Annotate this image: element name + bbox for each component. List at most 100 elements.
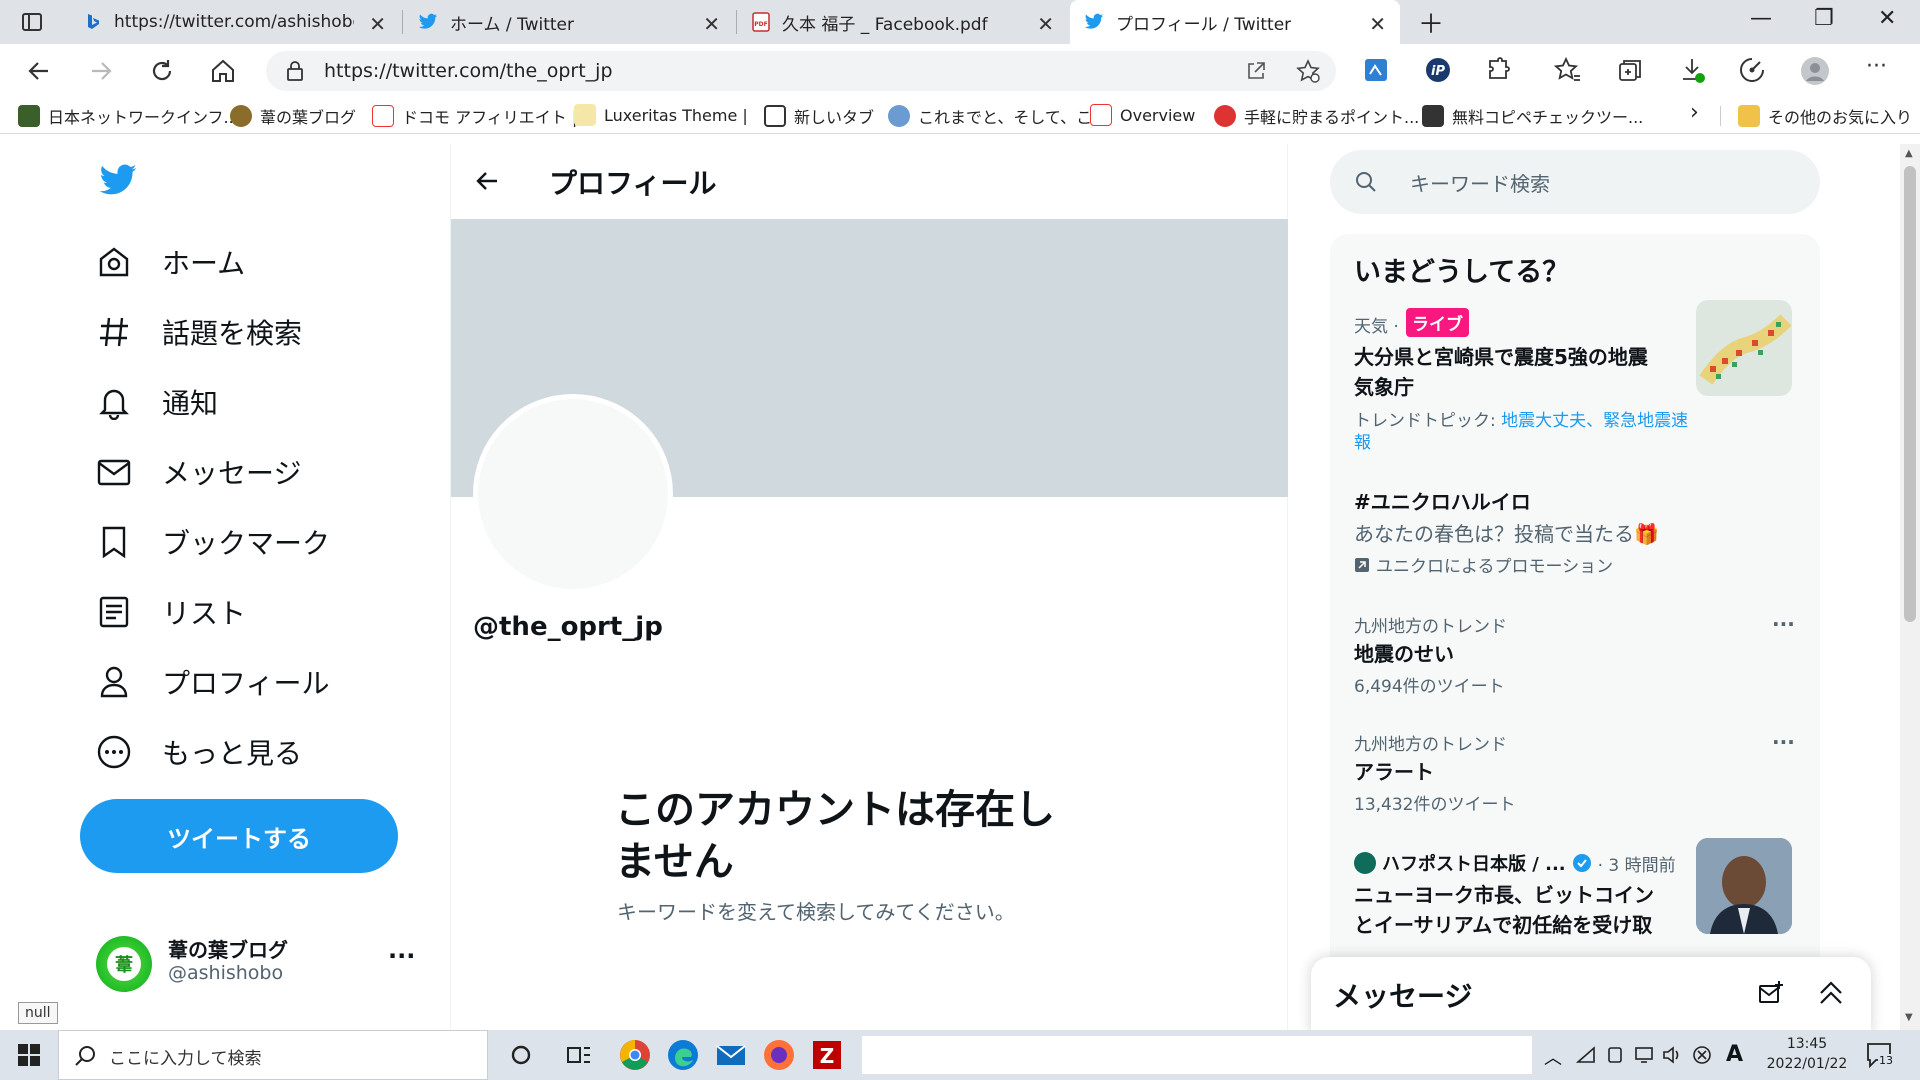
edge-icon[interactable]: [666, 1038, 700, 1072]
browser-tab[interactable]: PDF 久本 福子 _ Facebook.pdf ✕: [738, 0, 1068, 44]
chrome-icon[interactable]: [618, 1038, 652, 1072]
extension-p-icon[interactable]: iP: [1424, 56, 1454, 86]
bookmark-item[interactable]: 新しいタブ: [764, 104, 874, 128]
performance-icon[interactable]: [1738, 56, 1768, 86]
nav-lists[interactable]: リスト: [96, 588, 246, 636]
more-horizontal-icon[interactable]: ···: [388, 942, 415, 970]
filezilla-icon[interactable]: Z: [810, 1038, 844, 1072]
volume-icon[interactable]: [1662, 1046, 1682, 1064]
windows-taskbar: ここに入力して検索 Z ︿ A 13:45 2022/01/22 13: [0, 1030, 1920, 1080]
ime-icon[interactable]: A: [1726, 1042, 1743, 1067]
extensions-icon[interactable]: [1484, 56, 1514, 86]
new-message-icon[interactable]: [1757, 979, 1785, 1007]
browser-tab-active[interactable]: プロフィール / Twitter ✕: [1070, 0, 1400, 44]
clock[interactable]: 13:45 2022/01/22: [1762, 1034, 1852, 1074]
scroll-up-icon[interactable]: ▲: [1905, 148, 1913, 159]
other-favorites[interactable]: その他のお気に入り: [1738, 104, 1912, 128]
news-item[interactable]: ハフポスト日本版 / ... · 3 時間前 ニューヨーク市長、ビットコイン と…: [1330, 838, 1820, 960]
page-scrollbar[interactable]: ▲ ▼: [1900, 144, 1920, 1030]
network-icon[interactable]: [1576, 1046, 1596, 1064]
browser-tab[interactable]: https://twitter.com/ashishobo - E ✕: [70, 0, 400, 44]
trend-count: 6,494件のツイート: [1354, 677, 1505, 697]
chevron-up-icon[interactable]: [1817, 979, 1845, 1007]
docomo-icon: [372, 105, 394, 127]
trend-title: アラート: [1354, 760, 1434, 784]
nav-explore[interactable]: 話題を検索: [96, 308, 302, 356]
display-icon[interactable]: [1634, 1046, 1654, 1064]
more-options-icon[interactable]: ···: [1866, 54, 1896, 84]
open-in-app-icon[interactable]: [1246, 61, 1266, 81]
news-title: ニューヨーク市長、ビットコイン とイーサリアムで初任給を受け取: [1354, 883, 1654, 937]
chevron-right-icon[interactable]: ›: [1690, 100, 1699, 125]
bookmark-item[interactable]: Overview: [1090, 104, 1195, 126]
lock-icon[interactable]: [286, 61, 304, 81]
bookmark-item[interactable]: ドコモ アフィリエイト |...: [372, 104, 593, 128]
nav-label: もっと見る: [162, 737, 303, 770]
firefox-icon[interactable]: [762, 1038, 796, 1072]
windows-start-icon[interactable]: [18, 1044, 40, 1066]
taskbar-search-box[interactable]: ここに入力して検索: [58, 1030, 488, 1080]
downloads-icon[interactable]: [1678, 56, 1708, 86]
trend-item[interactable]: 天気 · ライブ 大分県と宮崎県で震度5強の地震 気象庁 トレンドトピック: 地…: [1330, 300, 1820, 453]
minimize-icon[interactable]: —: [1750, 6, 1772, 31]
nav-messages[interactable]: メッセージ: [96, 448, 301, 496]
bookmark-item[interactable]: 手軽に貯まるポイント...: [1214, 104, 1419, 128]
messages-drawer-title: メッセージ: [1333, 980, 1473, 1013]
favorites-icon[interactable]: [1554, 56, 1584, 86]
task-view-icon[interactable]: [562, 1038, 596, 1072]
show-hidden-icons-icon[interactable]: ︿: [1544, 1044, 1562, 1070]
tweet-button[interactable]: ツイートする: [80, 799, 398, 873]
bookmark-item[interactable]: これまでと、そして、こ...: [888, 104, 1107, 128]
forward-icon[interactable]: [86, 56, 116, 86]
add-favorite-icon[interactable]: [1296, 59, 1320, 83]
trend-context: 九州地方のトレンド: [1354, 735, 1507, 755]
back-arrow-icon[interactable]: [475, 168, 501, 194]
tab-actions-icon[interactable]: [20, 10, 44, 34]
close-tab-icon[interactable]: ✕: [369, 12, 386, 36]
device-icon[interactable]: [1606, 1046, 1624, 1064]
account-switcher[interactable]: 葦 葦の葉ブログ @ashishobo ···: [96, 932, 426, 998]
notification-center-icon[interactable]: 13: [1866, 1042, 1894, 1068]
profile-avatar-icon[interactable]: [1800, 56, 1830, 86]
back-icon[interactable]: [24, 56, 54, 86]
refresh-icon[interactable]: [147, 56, 177, 86]
twitter-logo-icon[interactable]: [98, 164, 138, 198]
nav-home[interactable]: ホーム: [96, 238, 245, 286]
tab-divider: [736, 10, 737, 34]
mail-icon[interactable]: [714, 1038, 748, 1072]
blog-icon: [230, 105, 252, 127]
close-tab-icon[interactable]: ✕: [1037, 12, 1054, 36]
more-horizontal-icon[interactable]: ···: [1772, 730, 1795, 754]
new-tab-icon[interactable]: ＋: [1418, 4, 1444, 41]
close-tab-icon[interactable]: ✕: [1369, 12, 1386, 36]
home-icon[interactable]: [208, 56, 238, 86]
nav-notifications[interactable]: 通知: [96, 378, 218, 426]
trend-item[interactable]: 九州地方のトレンド アラート 13,432件のツイート ···: [1330, 730, 1820, 826]
close-window-icon[interactable]: ✕: [1878, 6, 1896, 31]
messages-drawer[interactable]: メッセージ: [1311, 957, 1871, 1033]
twitter-icon: [1084, 13, 1104, 31]
search-input[interactable]: キーワード検索: [1330, 150, 1820, 214]
bookmark-item[interactable]: 葦の葉ブログ: [230, 104, 356, 128]
bookmark-item[interactable]: 日本ネットワークインフ...: [18, 104, 239, 128]
bookmark-item[interactable]: 無料コピペチェックツー...: [1422, 104, 1643, 128]
scroll-down-icon[interactable]: ▼: [1905, 1012, 1913, 1023]
nav-bookmarks[interactable]: ブックマーク: [96, 518, 330, 566]
extension-screenshot-icon[interactable]: [1362, 56, 1392, 86]
collections-icon[interactable]: [1616, 56, 1646, 86]
trend-item[interactable]: 九州地方のトレンド 地震のせい 6,494件のツイート ···: [1330, 612, 1820, 708]
bookmark-item[interactable]: Luxeritas Theme |: [574, 104, 748, 126]
nav-profile[interactable]: プロフィール: [96, 658, 329, 706]
close-tab-icon[interactable]: ✕: [703, 12, 720, 36]
disabled-status-icon[interactable]: [1692, 1045, 1712, 1065]
bookmarks-divider: [1720, 106, 1721, 126]
cortana-icon[interactable]: [504, 1038, 538, 1072]
restore-icon[interactable]: ❐: [1814, 6, 1834, 31]
more-horizontal-icon[interactable]: ···: [1772, 612, 1795, 636]
trend-title: 地震のせい: [1354, 642, 1454, 666]
nav-more[interactable]: もっと見る: [96, 728, 302, 776]
scrollbar-thumb[interactable]: [1904, 166, 1916, 622]
browser-tab[interactable]: ホーム / Twitter ✕: [404, 0, 734, 44]
trend-item-promoted[interactable]: #ユニクロハルイロ あなたの春色は？投稿で当たる🎁 ユニクロによるプロモーション: [1330, 486, 1820, 582]
address-bar[interactable]: https://twitter.com/the_oprt_jp: [266, 51, 1336, 91]
